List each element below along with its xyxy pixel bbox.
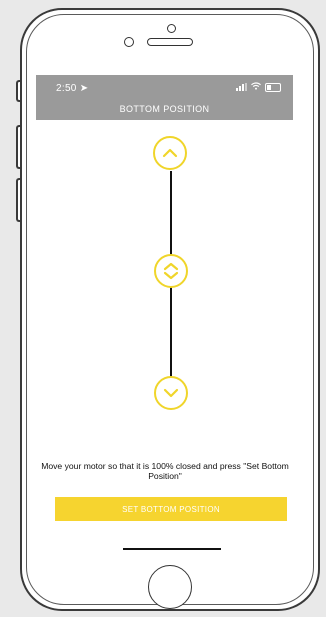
app-screen: 2:50 ➤ BOTTOM POSITION Move your motor s… — [36, 75, 293, 537]
step-button[interactable] — [154, 254, 188, 288]
home-indicator — [123, 548, 221, 550]
move-down-button[interactable] — [154, 376, 188, 410]
wifi-icon — [251, 82, 261, 92]
earpiece-speaker — [147, 38, 193, 46]
status-icons — [236, 82, 281, 92]
location-arrow-icon: ➤ — [79, 83, 89, 94]
status-time: 2:50 ➤ — [56, 83, 88, 94]
front-camera-icon — [167, 24, 176, 33]
proximity-sensor-icon — [124, 37, 134, 47]
chevron-up-icon — [162, 148, 178, 158]
battery-icon — [265, 82, 281, 92]
move-up-button[interactable] — [153, 136, 187, 170]
chevron-down-icon — [163, 388, 179, 398]
instructions-text: Move your motor so that it is 100% close… — [41, 461, 289, 481]
home-button[interactable] — [148, 565, 192, 609]
chevron-up-down-icon — [163, 262, 179, 280]
page-title: BOTTOM POSITION — [119, 104, 210, 114]
status-time-text: 2:50 — [56, 83, 77, 94]
set-bottom-position-button[interactable]: SET BOTTOM POSITION — [55, 497, 287, 521]
cellular-signal-icon — [236, 83, 247, 91]
header-bar: 2:50 ➤ BOTTOM POSITION — [36, 75, 293, 120]
